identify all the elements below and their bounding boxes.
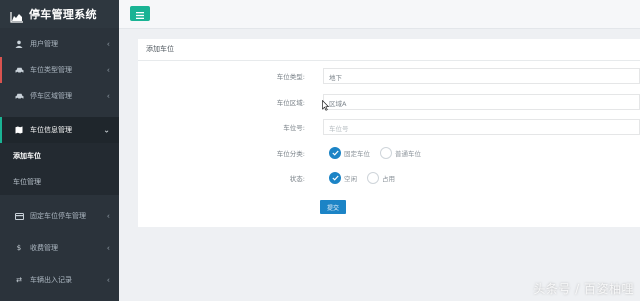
sidebar-item-vehicle-records[interactable]: ⇄ 车辆出入记录 ‹ (0, 267, 119, 293)
sidebar-item-label: 收费管理 (30, 244, 58, 252)
space-number-input[interactable]: 车位号 (323, 119, 640, 135)
add-space-panel: 添加车位 车位类型: 地下 车位区域: 区域A 车位号: 车位号 车位分类: 固… (138, 39, 640, 227)
form-row-space-area: 车位区域: 区域A (138, 94, 640, 110)
radio-fixed-space[interactable]: 固定车位 (329, 147, 370, 159)
sidebar-item-label: 用户管理 (30, 40, 58, 48)
sidebar-item-fee-management[interactable]: $ 收费管理 ‹ (0, 235, 119, 261)
sidebar-item-fixed-space-parking[interactable]: 固定车位停车管理 ‹ (0, 203, 119, 229)
chevron-down-icon: ⌄ (103, 125, 110, 135)
sidebar-item-parking-area-management[interactable]: 停车区域管理 ‹ (0, 83, 119, 109)
radio-status-free[interactable]: 空闲 (329, 172, 357, 184)
chevron-left-icon: ‹ (106, 275, 110, 285)
menu-toggle-button[interactable] (130, 6, 150, 21)
sidebar-subitem-label: 添加车位 (13, 152, 41, 160)
sidebar-item-space-info-management[interactable]: 车位信息管理 ⌄ (0, 117, 119, 143)
app-window: 停车管理系统 用户管理 ‹ 车位类型管理 ‹ 停车区域管理 ‹ 车位信息管理 ⌄… (0, 0, 640, 301)
panel-title: 添加车位 (146, 45, 174, 53)
sidebar-item-label: 车位信息管理 (30, 126, 72, 134)
sidebar-subitem-label: 车位管理 (13, 178, 41, 186)
status-radio-group: 空闲 占用 (329, 170, 405, 186)
status-label: 状态: (289, 175, 305, 183)
radio-label: 固定车位 (344, 150, 370, 158)
user-icon (14, 39, 24, 49)
radio-label: 空闲 (344, 175, 357, 183)
radio-label: 占用 (382, 175, 395, 183)
chevron-left-icon: ‹ (106, 243, 110, 253)
sidebar-item-user-management[interactable]: 用户管理 ‹ (0, 31, 119, 57)
map-icon (14, 125, 24, 135)
radio-label: 普通车位 (395, 150, 421, 158)
brand[interactable]: 停车管理系统 (0, 0, 119, 28)
hamburger-icon (136, 4, 144, 23)
space-area-select[interactable]: 区域A (323, 94, 640, 110)
sidebar-subitem-add-space[interactable]: 添加车位 (0, 143, 119, 169)
app-title: 停车管理系统 (29, 8, 97, 21)
radio-regular-space[interactable]: 普通车位 (380, 147, 421, 159)
top-navbar (119, 0, 640, 29)
space-type-label: 车位类型: (276, 73, 305, 81)
chevron-left-icon: ‹ (106, 211, 110, 221)
mouse-pointer-icon (322, 96, 330, 111)
sidebar-subitem-space-management[interactable]: 车位管理 (0, 169, 119, 195)
space-type-value: 地下 (329, 74, 342, 82)
sidebar-item-label: 车位类型管理 (30, 66, 72, 74)
panel-divider (138, 60, 640, 61)
chevron-left-icon: ‹ (106, 65, 110, 75)
form-row-space-category: 车位分类: 固定车位 普通车位 (138, 145, 640, 161)
sidebar-submenu: 添加车位 车位管理 (0, 143, 119, 195)
check-icon (329, 172, 341, 184)
radio-circle-icon (367, 172, 379, 184)
space-category-radio-group: 固定车位 普通车位 (329, 145, 431, 161)
sidebar-item-label: 停车区域管理 (30, 92, 72, 100)
dollar-icon: $ (16, 244, 22, 252)
form-row-space-type: 车位类型: 地下 (138, 68, 640, 84)
car-icon (14, 65, 24, 75)
main-content: 添加车位 车位类型: 地下 车位区域: 区域A 车位号: 车位号 车位分类: 固… (119, 29, 640, 301)
sidebar-item-label: 固定车位停车管理 (30, 212, 86, 220)
space-number-label: 车位号: (283, 124, 305, 132)
sidebar: 停车管理系统 用户管理 ‹ 车位类型管理 ‹ 停车区域管理 ‹ 车位信息管理 ⌄… (0, 0, 119, 301)
submit-button[interactable]: 提交 (320, 200, 346, 214)
radio-status-occupied[interactable]: 占用 (367, 172, 395, 184)
exchange-icon: ⇄ (16, 276, 22, 284)
car-icon (14, 91, 24, 101)
space-area-value: 区域A (329, 100, 347, 108)
chevron-left-icon: ‹ (106, 91, 110, 101)
space-number-placeholder: 车位号 (329, 125, 349, 133)
area-chart-icon (10, 8, 24, 23)
space-category-label: 车位分类: (276, 150, 305, 158)
sidebar-item-label: 车辆出入记录 (30, 276, 72, 284)
space-type-select[interactable]: 地下 (323, 68, 640, 84)
check-icon (329, 147, 341, 159)
chevron-left-icon: ‹ (106, 39, 110, 49)
card-icon (14, 211, 24, 221)
form-row-status: 状态: 空闲 占用 (138, 170, 640, 186)
watermark-text: 头条号 / 百姿柚哩 (533, 282, 634, 296)
radio-circle-icon (380, 147, 392, 159)
form-row-space-number: 车位号: 车位号 (138, 119, 640, 135)
sidebar-item-space-type-management[interactable]: 车位类型管理 ‹ (0, 57, 119, 83)
space-area-label: 车位区域: (276, 99, 305, 107)
